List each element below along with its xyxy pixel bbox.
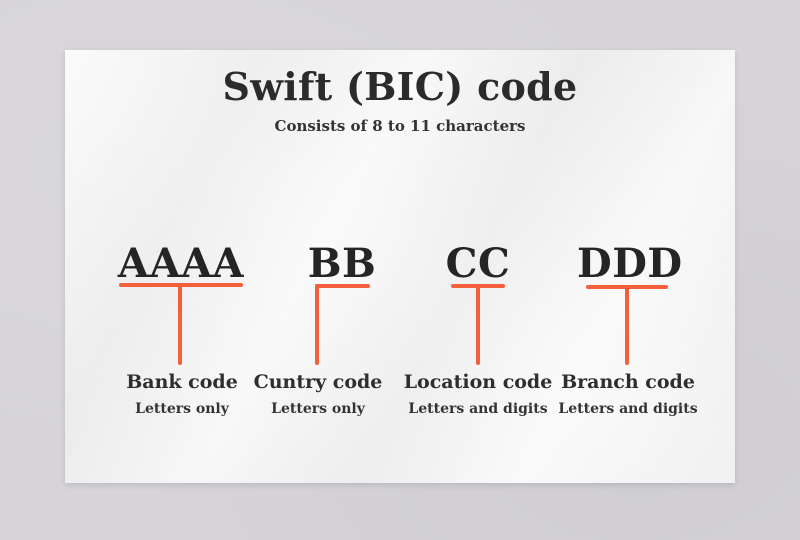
segment-description-location: Letters and digits [408,401,548,417]
connector-line-location [476,285,480,365]
connector-line-bank [178,284,182,365]
segment-description-country: Letters only [271,401,365,417]
segment-label-location: Location code [403,371,553,393]
segment-description-branch: Letters and digits [558,401,698,417]
diagram-title: Swift (BIC) code [222,64,578,109]
underline-country [315,284,370,288]
diagram-subtitle: Consists of 8 to 11 characters [274,117,526,135]
connector-line-branch [625,286,629,365]
segment-code-location: CC [445,240,511,287]
segment-code-country: BB [307,240,377,287]
segment-label-country: Cuntry code [253,371,383,393]
segment-label-branch: Branch code [561,371,695,393]
connector-line-country [315,284,319,365]
segment-code-branch: DDD [577,240,683,287]
segment-code-bank: AAAA [117,240,245,287]
